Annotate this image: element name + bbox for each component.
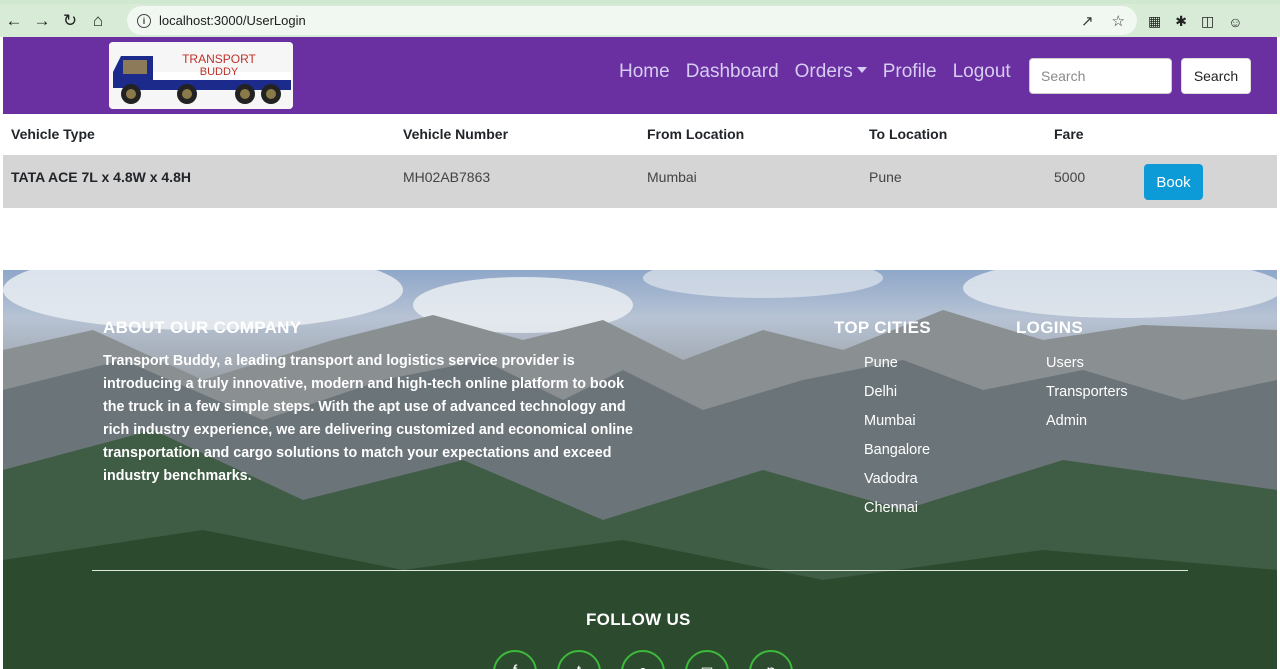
site-info-icon[interactable]: i <box>137 13 151 28</box>
address-bar[interactable]: i localhost:3000/UserLogin ↗ ☆ <box>127 6 1137 35</box>
table-header-row: Vehicle Type Vehicle Number From Locatio… <box>3 114 1277 155</box>
cell-vehicle-type: TATA ACE 7L x 4.8W x 4.8H <box>11 169 191 185</box>
city-link-bangalore[interactable]: Bangalore <box>864 442 930 471</box>
bookmark-star-icon[interactable]: ☆ <box>1112 12 1125 30</box>
city-link-chennai[interactable]: Chennai <box>864 500 930 529</box>
nav-orders[interactable]: Orders <box>795 61 867 83</box>
truck-logo-icon: TRANSPORT BUDDY <box>109 42 293 109</box>
reload-icon[interactable]: ↻ <box>56 7 84 35</box>
header-vehicle-number: Vehicle Number <box>403 126 509 142</box>
footer-divider <box>92 570 1188 571</box>
login-link-transporters[interactable]: Transporters <box>1046 384 1128 413</box>
city-link-mumbai[interactable]: Mumbai <box>864 413 930 442</box>
home-icon[interactable]: ⌂ <box>84 7 112 35</box>
logins-heading: LOGINS <box>1016 318 1083 337</box>
city-link-delhi[interactable]: Delhi <box>864 384 930 413</box>
puzzle-icon[interactable]: ✱ <box>1175 13 1187 30</box>
facebook-icon[interactable]: f <box>493 650 537 669</box>
logo-text-line2: BUDDY <box>200 66 239 78</box>
nav-links: Home Dashboard Orders Profile Logout <box>619 61 1011 83</box>
browser-toolbar: ← → ↻ ⌂ i localhost:3000/UserLogin ↗ ☆ ▦… <box>0 4 1280 37</box>
header-vehicle-type: Vehicle Type <box>11 126 95 142</box>
profile-avatar-icon[interactable]: ☺ <box>1228 14 1242 30</box>
nav-dashboard[interactable]: Dashboard <box>686 61 779 83</box>
forward-icon[interactable]: → <box>28 7 56 35</box>
search-button[interactable]: Search <box>1181 58 1251 94</box>
share-icon[interactable]: ↗ <box>1081 12 1094 30</box>
vehicle-table: Vehicle Type Vehicle Number From Locatio… <box>3 114 1277 208</box>
cell-to-location: Pune <box>869 169 902 185</box>
city-link-vadodra[interactable]: Vadodra <box>864 471 930 500</box>
book-button[interactable]: Book <box>1144 164 1203 200</box>
pinterest-icon[interactable]: p <box>749 650 793 669</box>
instagram-icon[interactable]: ◻ <box>685 650 729 669</box>
cell-from-location: Mumbai <box>647 169 697 185</box>
logins-list: Users Transporters Admin <box>1046 355 1128 442</box>
nav-home[interactable]: Home <box>619 61 670 83</box>
caret-down-icon[interactable] <box>856 67 867 74</box>
top-cities-list: Pune Delhi Mumbai Bangalore Vadodra Chen… <box>864 355 930 529</box>
header-from-location: From Location <box>647 126 745 142</box>
back-icon[interactable]: ← <box>0 7 28 35</box>
logo-text-line1: TRANSPORT <box>182 52 256 66</box>
cell-fare: 5000 <box>1054 169 1086 185</box>
city-link-pune[interactable]: Pune <box>864 355 930 384</box>
extension-icon[interactable]: ▦ <box>1148 13 1161 30</box>
about-text: Transport Buddy, a leading transport and… <box>103 353 633 484</box>
sidebar-icon[interactable]: ◫ <box>1201 13 1214 30</box>
address-url[interactable]: localhost:3000/UserLogin <box>159 13 306 28</box>
header-fare: Fare <box>1054 126 1084 142</box>
search-input[interactable] <box>1029 58 1172 94</box>
nav-profile[interactable]: Profile <box>883 61 937 83</box>
cell-vehicle-number: MH02AB7863 <box>403 169 491 185</box>
about-heading: ABOUT OUR COMPANY <box>103 318 302 337</box>
nav-logout[interactable]: Logout <box>953 61 1011 83</box>
social-links: f t ● ◻ p <box>493 650 793 669</box>
login-link-admin[interactable]: Admin <box>1046 413 1128 442</box>
twitter-icon[interactable]: t <box>557 650 601 669</box>
navbar: TRANSPORT BUDDY Home Dashboard Orders Pr… <box>3 37 1277 114</box>
header-to-location: To Location <box>869 126 948 142</box>
nav-orders-label[interactable]: Orders <box>795 61 853 82</box>
login-link-users[interactable]: Users <box>1046 355 1128 384</box>
top-cities-heading: TOP CITIES <box>834 318 931 337</box>
transport-buddy-logo[interactable]: TRANSPORT BUDDY <box>109 42 293 109</box>
follow-us-heading: FOLLOW US <box>586 610 691 629</box>
footer: ABOUT OUR COMPANY Transport Buddy, a lea… <box>3 270 1277 669</box>
table-row: TATA ACE 7L x 4.8W x 4.8H MH02AB7863 Mum… <box>3 155 1277 208</box>
location-icon[interactable]: ● <box>621 650 665 669</box>
